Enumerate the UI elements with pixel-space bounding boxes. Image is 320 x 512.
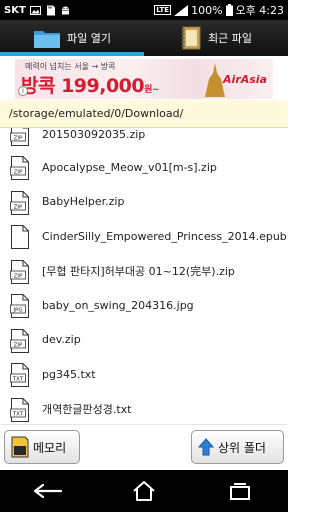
current-path: /storage/emulated/0/Download/ [0, 100, 288, 128]
file-name: baby_on_swing_204316.jpg [42, 298, 194, 312]
svg-text:ZIP: ZIP [14, 170, 23, 176]
file-row[interactable]: ZIP [무협 판타지]허부대공 01~12(完부).zip [0, 254, 288, 289]
jpg-file-icon: JPG [10, 294, 29, 318]
zip-file-icon: ZIP [10, 156, 29, 180]
txt-file-icon: TXT [10, 397, 29, 422]
gallery-icon [29, 5, 41, 15]
battery-icon [225, 4, 233, 16]
ad-info-icon[interactable]: i [18, 86, 28, 96]
txt-file-icon: TXT [10, 363, 29, 387]
signal-icon [174, 4, 189, 16]
app-window: SKT LTE 100% 오후 4:23 파일 열기 최근 파일 매력이 넘치는… [0, 0, 288, 512]
file-name: BabyHelper.zip [42, 195, 125, 209]
notebook-icon [181, 26, 201, 50]
ad-brand: AirAsia [223, 73, 267, 86]
android-debug-icon [61, 6, 69, 14]
file-row[interactable]: TXT 개역한글판성경.txt [0, 392, 288, 423]
back-button[interactable] [28, 476, 68, 506]
file-list[interactable]: ZIP 20150309203​5.zip ZIP Apocalypse_Meow_v… [0, 122, 288, 422]
ad-banner[interactable]: 매력이 넘치는 서울 → 방콕 방콕 199,000원~ AirAsia i [15, 59, 273, 99]
file-name: [무협 판타지]허부대공 01~12(完부).zip [42, 264, 235, 278]
tab-recent-files[interactable]: 최근 파일 [144, 20, 288, 56]
memory-button-label: 메모리 [33, 440, 67, 455]
file-name: 20150309203​5.zip [42, 128, 146, 141]
sd-card-icon [11, 436, 29, 458]
file-name: pg345.txt [42, 367, 96, 381]
arrow-up-icon [198, 438, 214, 456]
tab-open-file-label: 파일 열기 [67, 32, 111, 45]
zip-file-icon: ZIP [10, 328, 29, 353]
tab-bar: 파일 열기 최근 파일 [0, 20, 288, 56]
file-row[interactable]: TXT pg345.txt [0, 357, 288, 392]
folder-icon [34, 31, 60, 48]
svg-text:ZIP: ZIP [14, 136, 23, 142]
back-icon [33, 483, 63, 499]
zip-file-icon: ZIP [10, 259, 29, 284]
svg-text:ZIP: ZIP [14, 273, 23, 279]
ad-banner-area: 매력이 넘치는 서울 → 방콕 방콕 199,000원~ AirAsia i [0, 56, 288, 100]
file-row[interactable]: JPG baby_on_swing_204316.jpg [0, 288, 288, 323]
battery-percent: 100% [191, 3, 223, 17]
svg-text:ZIP: ZIP [14, 204, 23, 210]
sd-card-icon [46, 5, 55, 15]
file-row[interactable]: ZIP BabyHelper.zip [0, 185, 288, 220]
up-folder-button-label: 상위 폴더 [218, 440, 266, 455]
svg-text:TXT: TXT [12, 411, 24, 417]
file-row[interactable]: ZIP Apocalypse_Meow_v01[m-s].zip [0, 150, 288, 185]
clock: 오후 4:23 [235, 4, 284, 17]
up-folder-button[interactable]: 상위 폴더 [191, 430, 284, 464]
home-icon [133, 481, 155, 501]
system-nav-bar [0, 470, 288, 512]
carrier-label: SKT [4, 4, 26, 16]
recent-apps-icon [230, 483, 250, 500]
network-type: LTE [154, 5, 172, 15]
file-row[interactable]: ZIP dev.zip [0, 323, 288, 358]
file-name: 개역한글판성경.txt [42, 402, 132, 416]
file-name: dev.zip [42, 333, 81, 347]
svg-text:TXT: TXT [12, 377, 24, 383]
file-icon [11, 225, 29, 249]
bottom-toolbar: 메모리 상위 폴더 [0, 424, 288, 468]
svg-text:JPG: JPG [12, 308, 22, 314]
recent-apps-button[interactable] [220, 476, 260, 506]
ad-main-text: 방콕 199,000원~ [21, 75, 159, 97]
file-row[interactable]: CinderSilly_Empowered_Princess_2014.epub [0, 219, 288, 254]
tab-open-file[interactable]: 파일 열기 [0, 20, 144, 56]
home-button[interactable] [124, 476, 164, 506]
file-name: CinderSilly_Empowered_Princess_2014.epub [42, 229, 287, 243]
tab-recent-files-label: 최근 파일 [208, 32, 252, 45]
zip-file-icon: ZIP [10, 190, 29, 215]
status-bar: SKT LTE 100% 오후 4:23 [0, 0, 288, 20]
memory-button[interactable]: 메모리 [4, 430, 80, 464]
file-name: Apocalypse_Meow_v01[m-s].zip [42, 160, 217, 174]
svg-text:ZIP: ZIP [14, 342, 23, 348]
